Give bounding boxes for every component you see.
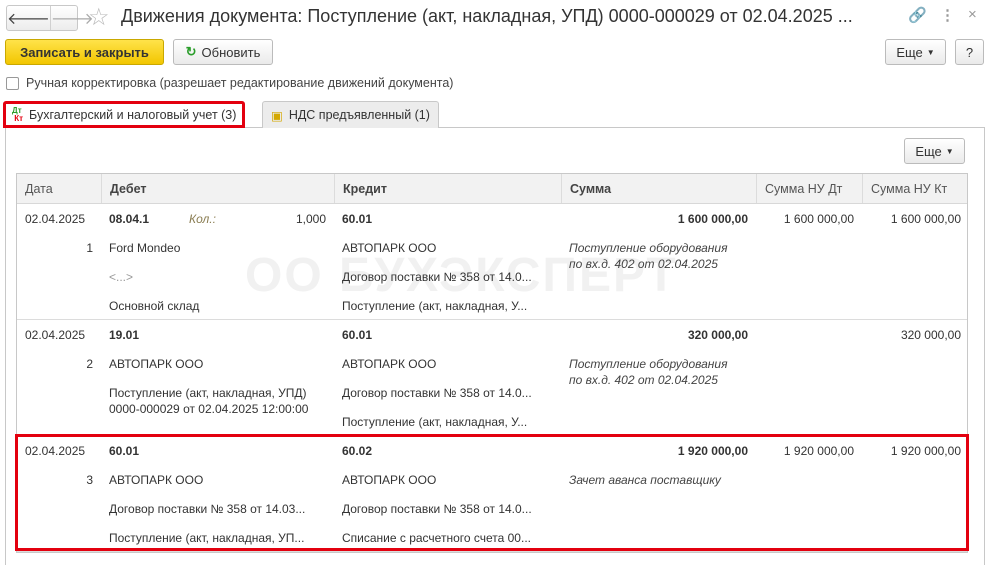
sum-note: Поступление оборудования по вх.д. 402 от… [569,241,728,271]
col-sum[interactable]: Сумма [561,174,756,203]
qty-label: Кол.: [189,212,216,226]
row-number: 1 [86,241,93,255]
debit-subconto: Основной склад [109,299,200,313]
table-row[interactable]: 02.04.2025 1 08.04.1 Кол.: 1,000 Ford Mondeo <… [17,204,967,320]
sum-nu-kt: 1 600 000,00 [890,212,961,226]
back-icon[interactable]: 🡐 [7,6,50,30]
table-more-button[interactable]: Еще ▼ [904,138,965,164]
vat-icon: ▣ [271,108,283,123]
debit-account-code: 19.01 [109,328,140,342]
refresh-button[interactable]: ↻ Обновить [173,39,273,65]
dropdown-icon: ▼ [945,146,954,156]
refresh-label: Обновить [201,44,261,60]
col-sum-nu-kt[interactable]: Сумма НУ Кт [862,174,967,203]
credit-subconto: АВТОПАРК ООО [342,241,437,255]
more-button[interactable]: Еще ▼ [885,39,946,65]
col-sum-nu-dt[interactable]: Сумма НУ Дт [756,174,862,203]
refresh-icon: ↻ [185,44,197,59]
tab-label: Бухгалтерский и налоговый учет (3) [29,107,237,122]
col-debit[interactable]: Дебет [101,174,334,203]
credit-account: 60.01 [342,328,373,342]
sum-cell: 320 000,00 [687,328,748,342]
date-cell: 02.04.2025 [25,328,86,342]
debit-subconto: АВТОПАРК ООО [109,357,204,371]
highlight-frame [15,434,969,551]
more-label: Еще [915,143,942,159]
debit-subconto: <...> [109,270,134,284]
nav-buttons: 🡐 🡒 [6,5,94,31]
dropdown-icon: ▼ [926,47,935,57]
credit-subconto: Поступление (акт, накладная, У... [342,299,528,313]
sum-nu-dt: 1 600 000,00 [783,212,854,226]
credit-subconto: Договор поставки № 358 от 14.0... [342,270,532,284]
credit-subconto: Договор поставки № 358 от 14.0... [342,386,532,400]
qty-value: 1,000 [295,212,326,226]
tab-accounting[interactable]: Дт Кт Бухгалтерский и налоговый учет (3) [3,101,246,128]
tab-label: НДС предъявленный (1) [288,108,430,122]
col-credit[interactable]: Кредит [334,174,561,203]
manual-correction-checkbox[interactable] [6,77,19,90]
dt-kt-icon: Дт Кт [12,105,24,123]
debit-subconto: Ford Mondeo [109,241,181,255]
row-number: 2 [86,357,93,371]
credit-account: 60.01 [342,212,373,226]
sum-note: Поступление оборудования по вх.д. 402 от… [569,357,728,387]
link-icon[interactable]: 🔗 [908,6,927,24]
col-date[interactable]: Дата [17,174,101,203]
date-cell: 02.04.2025 [25,212,86,226]
more-icon[interactable]: ⋮ [940,6,955,24]
table-row[interactable]: 02.04.2025 2 19.01 АВТОПАРК ООО Поступление … [17,320,967,436]
more-label: Еще [896,44,923,60]
sum-nu-kt: 320 000,00 [900,328,961,342]
window-title: Движения документа: Поступление (акт, на… [121,6,853,26]
manual-correction-label: Ручная корректировка (разрешает редактир… [26,76,454,90]
debit-subconto: Поступление (акт, накладная, УПД) 0000-0… [109,386,309,416]
close-icon[interactable]: × [968,6,977,23]
credit-subconto: АВТОПАРК ООО [342,357,437,371]
sum-cell: 1 600 000,00 [677,212,748,226]
help-button[interactable]: ? [955,39,984,65]
credit-subconto: Поступление (акт, накладная, У... [342,415,528,429]
debit-account: 08.04.1 Кол.: 1,000 [101,204,334,233]
debit-account: 19.01 [101,320,334,349]
sum-nu-dt [756,320,862,349]
save-close-button[interactable]: Записать и закрыть [5,39,164,65]
star-icon[interactable]: ☆ [88,3,110,32]
debit-account-code: 08.04.1 [109,212,150,226]
table-header: Дата Дебет Кредит Сумма Сумма НУ Дт Сумм… [17,174,967,204]
tab-vat[interactable]: ▣ НДС предъявленный (1) [262,101,439,128]
